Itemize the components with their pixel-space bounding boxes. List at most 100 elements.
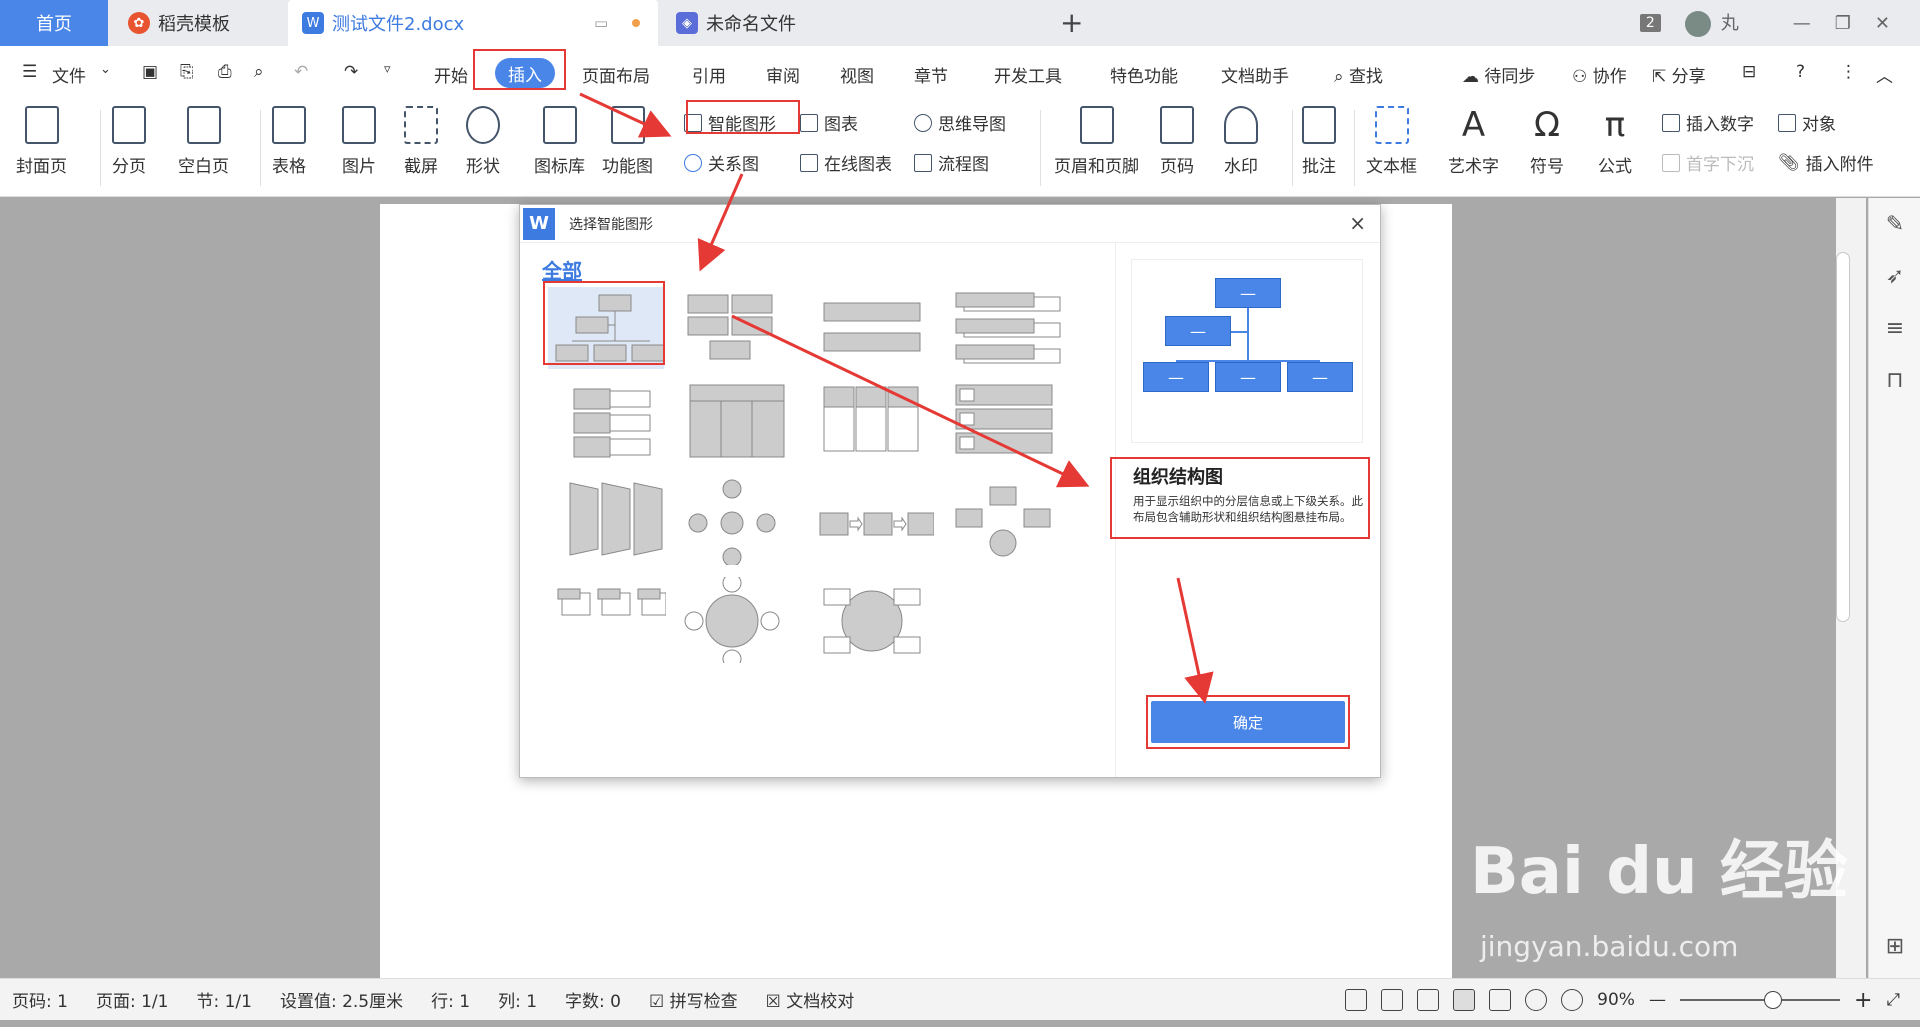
help-icon[interactable]: ? <box>1796 62 1805 82</box>
function-chart-button[interactable]: 功能图 <box>602 106 653 177</box>
layout-circle-ring[interactable] <box>680 573 800 669</box>
layout-offset-list[interactable] <box>948 285 1068 371</box>
layout-converging[interactable] <box>948 479 1068 565</box>
status-page-number[interactable]: 页码: 1 <box>12 987 68 1012</box>
layout-picture-list[interactable] <box>948 381 1068 467</box>
layout-columns-bullets[interactable] <box>814 381 934 467</box>
read-mode-icon[interactable] <box>1381 989 1404 1011</box>
menu-file[interactable]: 文件 <box>52 62 86 87</box>
format-painter-icon[interactable]: ⎘ <box>180 62 194 82</box>
mindmap-button[interactable]: 思维导图 <box>914 110 1006 135</box>
layout-process-arrows[interactable] <box>814 479 935 565</box>
pen-icon[interactable]: ✎ <box>1883 212 1907 237</box>
attachment-button[interactable]: 📎︎ 插入附件 <box>1778 150 1874 176</box>
menu-reference[interactable]: 引用 <box>692 62 726 87</box>
user-area[interactable]: 丸 <box>1684 9 1739 37</box>
cursor-icon[interactable]: ➶ <box>1883 264 1907 289</box>
tab-home[interactable]: 首页 <box>0 0 108 46</box>
screenshot-button[interactable]: 截屏 <box>404 106 438 177</box>
menu-features[interactable]: 特色功能 <box>1110 62 1178 87</box>
zoom-fit-icon[interactable]: ⤢ <box>1886 990 1900 1010</box>
header-footer-button[interactable]: 页眉和页脚 <box>1054 106 1139 177</box>
relation-chart-button[interactable]: 关系图 <box>684 150 759 175</box>
window-count-badge[interactable]: 2 <box>1639 14 1661 32</box>
page-break-button[interactable]: 分页 <box>112 106 146 177</box>
menu-page-layout[interactable]: 页面布局 <box>582 62 650 87</box>
formula-button[interactable]: π 公式 <box>1598 106 1632 177</box>
sync-button[interactable]: ☁ 待同步 <box>1462 62 1535 87</box>
share-button[interactable]: ⇱ 分享 <box>1652 62 1706 87</box>
write-mode-icon[interactable] <box>1417 989 1440 1011</box>
layout-vertical-bullet-list[interactable] <box>546 381 666 467</box>
blank-page-button[interactable]: 空白页 <box>178 106 229 177</box>
customize-icon[interactable]: ▿ <box>384 62 391 77</box>
web-view-icon[interactable] <box>1525 989 1548 1011</box>
save-icon[interactable]: ▣ <box>142 62 158 82</box>
proofread-button[interactable]: ☒ 文档校对 <box>766 987 855 1012</box>
tab-template[interactable]: ✿ 稻壳模板 <box>110 0 285 46</box>
zoom-level[interactable]: 90% <box>1597 990 1635 1010</box>
comment-button[interactable]: 批注 <box>1302 106 1336 177</box>
cover-page-button[interactable]: 封面页 <box>16 106 67 177</box>
search-button[interactable]: ⌕ 查找 <box>1334 62 1383 87</box>
close-icon[interactable]: × <box>1349 211 1366 235</box>
zoom-in-icon[interactable]: + <box>1854 988 1872 1013</box>
chart-button[interactable]: 图表 <box>800 110 858 135</box>
wordart-button[interactable]: A 艺术字 <box>1448 106 1499 177</box>
watermark-button[interactable]: 水印 <box>1224 106 1258 177</box>
redo-icon[interactable]: ↷ <box>344 62 358 82</box>
outline-view-icon[interactable] <box>1489 989 1512 1011</box>
chevron-down-icon[interactable]: ⌄ <box>100 62 111 77</box>
sliders-icon[interactable]: ≡ <box>1883 316 1907 341</box>
layout-cycle-matrix[interactable] <box>814 577 934 663</box>
category-all[interactable]: 全部 <box>542 255 582 284</box>
avatar[interactable] <box>1684 11 1711 37</box>
lock-icon[interactable]: ⊓ <box>1883 368 1907 393</box>
page-number-button[interactable]: 页码 <box>1160 106 1194 177</box>
status-section[interactable]: 节: 1/1 <box>196 987 252 1012</box>
online-chart-button[interactable]: 在线图表 <box>800 150 892 175</box>
undo-icon[interactable]: ↶ <box>294 62 308 82</box>
print-preview-icon[interactable]: ⌕ <box>254 62 264 82</box>
close-window-icon[interactable]: ✕ <box>1875 13 1890 34</box>
zoom-slider[interactable] <box>1679 991 1840 1009</box>
grid-apps-icon[interactable]: ⊞ <box>1883 934 1907 959</box>
picture-button[interactable]: 图片 <box>342 106 376 177</box>
flowchart-button[interactable]: 流程图 <box>914 150 989 175</box>
tab-unnamed[interactable]: ◈ 未命名文件 <box>662 0 1040 46</box>
object-button[interactable]: 对象 <box>1778 110 1836 135</box>
textbox-button[interactable]: 文本框 <box>1366 106 1417 177</box>
toolbar-toggle-icon[interactable]: ⊟ <box>1742 62 1756 82</box>
zoom-slider-knob[interactable] <box>1763 991 1782 1009</box>
layout-column-table[interactable] <box>680 381 800 467</box>
menu-view[interactable]: 视图 <box>840 62 874 87</box>
symbol-button[interactable]: Ω 符号 <box>1530 106 1564 177</box>
collab-button[interactable]: ⚇ 协作 <box>1572 62 1627 87</box>
eye-protect-icon[interactable] <box>1561 989 1584 1011</box>
hamburger-icon[interactable]: ☰ <box>22 62 37 82</box>
menu-doc-assistant[interactable]: 文档助手 <box>1221 62 1289 87</box>
collapse-ribbon-icon[interactable]: ︿ <box>1876 62 1893 87</box>
dropcap-button[interactable]: 首字下沉 <box>1662 150 1754 175</box>
insert-number-button[interactable]: 插入数字 <box>1662 110 1754 135</box>
menu-chapter[interactable]: 章节 <box>914 62 948 87</box>
more-icon[interactable]: ⋮ <box>1840 62 1857 82</box>
layout-trapezoid-list[interactable] <box>546 479 666 565</box>
print-icon[interactable]: ⎙ <box>218 62 232 82</box>
table-button[interactable]: 表格 <box>272 106 306 177</box>
layout-grid-hierarchy[interactable] <box>680 285 800 371</box>
fullscreen-icon[interactable] <box>1345 989 1368 1011</box>
status-setting[interactable]: 设置值: 2.5厘米 <box>280 987 403 1012</box>
page-view-icon[interactable] <box>1453 989 1476 1011</box>
zoom-out-icon[interactable]: — <box>1649 990 1666 1010</box>
shape-button[interactable]: 形状 <box>466 106 500 177</box>
menu-review[interactable]: 审阅 <box>766 62 800 87</box>
layout-stacked-list[interactable] <box>814 285 934 371</box>
icon-library-button[interactable]: 图标库 <box>534 106 585 177</box>
tab-document[interactable]: W 测试文件2.docx ▭ <box>288 0 658 46</box>
menu-developer[interactable]: 开发工具 <box>994 62 1062 87</box>
minimize-icon[interactable]: — <box>1793 13 1811 34</box>
menu-start[interactable]: 开始 <box>434 62 468 87</box>
monitor-icon[interactable]: ▭ <box>594 14 608 32</box>
layout-radial-cycle[interactable] <box>680 479 800 567</box>
